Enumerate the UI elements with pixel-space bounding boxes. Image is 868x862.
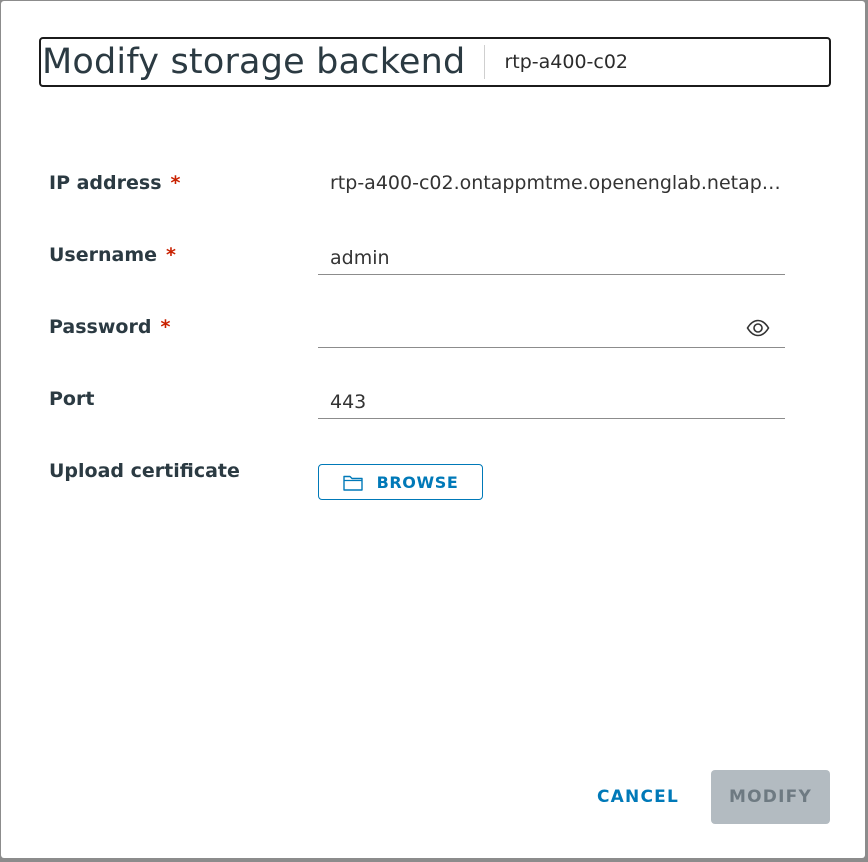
password-label: Password * <box>49 316 170 338</box>
upload-certificate-label: Upload certificate <box>49 460 240 482</box>
dialog-header: Modify storage backend rtp-a400-c02 <box>39 37 831 87</box>
modify-storage-backend-dialog: Modify storage backend rtp-a400-c02 IP a… <box>1 1 865 858</box>
username-label: Username * <box>49 244 176 266</box>
required-marker: * <box>160 316 171 338</box>
ip-address-value: rtp-a400-c02.ontappmtme.openenglab.netap… <box>330 172 781 194</box>
username-label-text: Username <box>49 244 158 266</box>
required-marker: * <box>166 244 176 266</box>
port-label: Port <box>49 388 95 410</box>
username-input[interactable] <box>318 241 785 275</box>
cancel-button[interactable]: CANCEL <box>589 772 687 822</box>
folder-icon <box>342 475 363 491</box>
dialog-subtitle: rtp-a400-c02 <box>504 51 629 73</box>
browse-button-label: BROWSE <box>376 472 459 492</box>
ip-address-label-text: IP address <box>49 172 162 194</box>
password-label-text: Password <box>49 316 152 338</box>
browse-button[interactable]: BROWSE <box>318 464 483 500</box>
header-divider <box>484 45 486 79</box>
required-marker: * <box>170 172 181 194</box>
password-input[interactable] <box>318 314 785 348</box>
modify-button[interactable]: MODIFY <box>711 770 830 824</box>
eye-icon[interactable] <box>746 319 770 337</box>
port-input[interactable] <box>318 385 785 419</box>
ip-address-label: IP address * <box>49 172 180 194</box>
dialog-title: Modify storage backend <box>42 42 466 82</box>
